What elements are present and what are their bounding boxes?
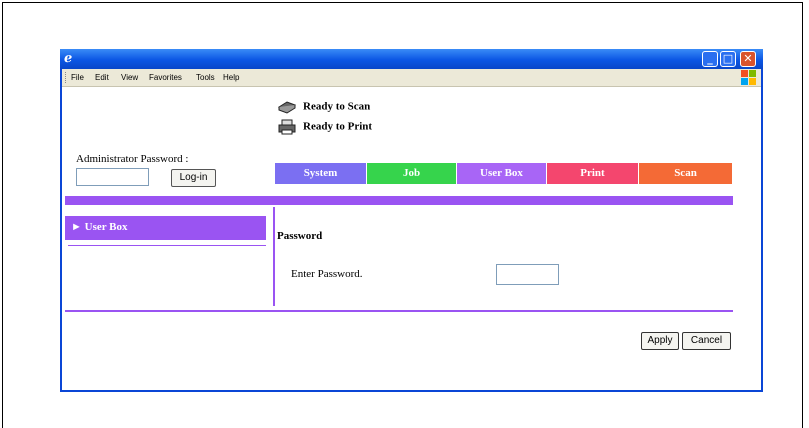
windows-logo-icon — [741, 70, 757, 85]
password-field-label: Enter Password. — [291, 268, 363, 280]
tab-system[interactable]: System — [275, 163, 366, 184]
print-status: Ready to Print — [277, 119, 372, 135]
menu-edit[interactable]: Edit — [95, 73, 109, 82]
scan-status-text: Ready to Scan — [303, 100, 371, 113]
menu-bar: File Edit View Favorites Tools Help — [62, 69, 761, 87]
header-divider — [65, 196, 733, 205]
sidebar-divider — [68, 245, 266, 246]
sidebar-item-user-box[interactable]: ► User Box — [65, 216, 266, 240]
print-status-text: Ready to Print — [303, 120, 373, 133]
admin-password-label: Administrator Password : — [76, 153, 189, 165]
admin-password-input[interactable] — [76, 168, 149, 186]
menu-tools[interactable]: Tools — [196, 73, 215, 82]
sidebar-item-label: User Box — [84, 221, 128, 233]
title-bar: ℯ _ □ ✕ — [60, 49, 763, 69]
maximize-button[interactable]: □ — [720, 51, 736, 67]
minimize-button[interactable]: _ — [702, 51, 718, 67]
scanner-icon — [277, 101, 297, 114]
triangle-right-icon: ► — [71, 221, 85, 233]
tab-print[interactable]: Print — [547, 163, 638, 184]
tab-job[interactable]: Job — [367, 163, 456, 184]
cancel-button[interactable]: Cancel — [682, 332, 731, 350]
tab-scan[interactable]: Scan — [639, 163, 732, 184]
login-button[interactable]: Log-in — [171, 169, 216, 187]
close-button[interactable]: ✕ — [740, 51, 756, 67]
menu-file[interactable]: File — [71, 73, 84, 82]
menu-favorites[interactable]: Favorites — [149, 73, 182, 82]
footer-divider — [65, 310, 733, 312]
menu-view[interactable]: View — [121, 73, 138, 82]
browser-window: ℯ _ □ ✕ File Edit View Favorites Tools H… — [60, 49, 763, 392]
password-input[interactable] — [496, 264, 559, 285]
tab-user-box[interactable]: User Box — [457, 163, 546, 184]
section-title: Password — [277, 230, 323, 242]
vertical-divider — [273, 207, 275, 306]
apply-button[interactable]: Apply — [641, 332, 679, 350]
page-content: Ready to Scan Ready to Print Administrat… — [62, 87, 761, 390]
printer-icon — [278, 119, 296, 135]
scan-status: Ready to Scan — [277, 99, 370, 115]
menu-help[interactable]: Help — [223, 73, 239, 82]
internet-explorer-icon: ℯ — [64, 51, 73, 66]
toolbar-grip-icon — [65, 72, 68, 83]
